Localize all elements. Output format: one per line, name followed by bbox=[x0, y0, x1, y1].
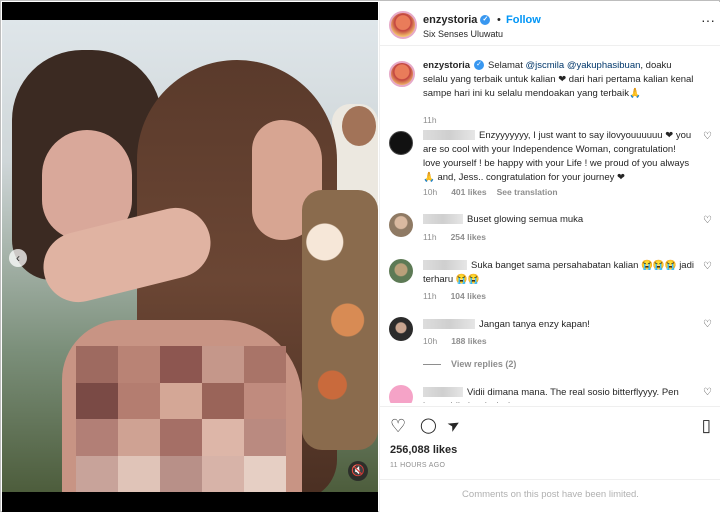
comment-time[interactable]: 11h bbox=[423, 232, 437, 242]
post-location[interactable]: Six Senses Uluwatu bbox=[423, 29, 503, 39]
comment-meta: 10h 188 likes bbox=[423, 336, 487, 346]
commenter-avatar[interactable] bbox=[389, 213, 413, 237]
post-side-panel: enzystoria ✓ • Follow Six Senses Uluwatu … bbox=[379, 2, 720, 512]
like-icon[interactable]: ♡ bbox=[390, 417, 406, 435]
post-media[interactable]: ‹ 🔇 bbox=[2, 2, 378, 512]
redacted-username[interactable] bbox=[423, 214, 463, 225]
comment-icon[interactable]: ◯ bbox=[420, 417, 437, 435]
comment-text: Jangan tanya enzy kapan! bbox=[423, 318, 695, 332]
comment-meta: 11h 254 likes bbox=[423, 232, 486, 242]
comment-body: Jangan tanya enzy kapan! bbox=[479, 319, 590, 330]
post-image bbox=[2, 20, 378, 492]
comment-text: Vidii dimana mana. The real sosio bitter… bbox=[423, 386, 695, 403]
comment-like-icon[interactable]: ♡ bbox=[703, 387, 712, 398]
comment-text: Enzyyyyyyy, I just want to say ilovyouuu… bbox=[423, 129, 695, 185]
caption-avatar[interactable] bbox=[389, 61, 415, 87]
post-header: enzystoria ✓ • Follow Six Senses Uluwatu … bbox=[380, 2, 720, 46]
commenter-avatar[interactable] bbox=[389, 317, 413, 341]
post-timestamp[interactable]: 11 HOURS AGO bbox=[390, 462, 445, 469]
comment-meta: 10h 401 likes See translation bbox=[423, 187, 558, 197]
comment-like-icon[interactable]: ♡ bbox=[703, 261, 712, 272]
header-separator: • bbox=[497, 14, 501, 26]
commenter-avatar[interactable] bbox=[389, 385, 413, 403]
save-icon[interactable]: ▯ bbox=[702, 417, 711, 435]
background-person-head bbox=[342, 106, 376, 146]
redacted-username[interactable] bbox=[423, 319, 475, 330]
see-translation-link[interactable]: See translation bbox=[497, 187, 558, 197]
redacted-username[interactable] bbox=[423, 260, 467, 271]
verified-icon: ✓ bbox=[480, 15, 491, 26]
caption-time[interactable]: 11h bbox=[423, 115, 437, 125]
replies-line bbox=[423, 364, 441, 366]
caption-verified-icon: ✓ bbox=[474, 60, 484, 71]
caption-username[interactable]: enzystoria bbox=[423, 60, 470, 71]
comment-like-icon[interactable]: ♡ bbox=[703, 319, 712, 330]
comment-text: Suka banget sama persahabatan kalian 😭😭😭… bbox=[423, 259, 695, 287]
likes-count[interactable]: 256,088 likes bbox=[390, 444, 457, 456]
comment-text: Buset glowing semua muka bbox=[423, 213, 695, 227]
comment-like-icon[interactable]: ♡ bbox=[703, 131, 712, 142]
author-avatar[interactable] bbox=[389, 11, 417, 39]
flower-bouquet bbox=[302, 190, 378, 450]
comment-likes[interactable]: 104 likes bbox=[451, 291, 486, 301]
view-replies-label[interactable]: View replies (2) bbox=[451, 359, 516, 369]
mention-link[interactable]: @jscmila bbox=[526, 60, 565, 71]
caption-text-before: Selamat bbox=[488, 60, 526, 71]
comment-time[interactable]: 10h bbox=[423, 187, 437, 197]
comment-likes[interactable]: 188 likes bbox=[451, 336, 486, 346]
instagram-post-window: ‹ 🔇 enzystoria ✓ • Follow Six Senses Uluw… bbox=[0, 0, 720, 512]
share-icon[interactable]: ➤ bbox=[444, 415, 464, 437]
more-options-icon[interactable]: ··· bbox=[701, 12, 715, 28]
pixelated-censor-area bbox=[76, 346, 286, 492]
previous-arrow-icon[interactable]: ‹ bbox=[9, 249, 27, 267]
comments-limited-notice: Comments on this post have been limited. bbox=[380, 479, 720, 512]
redacted-username[interactable] bbox=[423, 130, 475, 141]
view-replies-button[interactable]: View replies (2) bbox=[423, 359, 516, 369]
author-username[interactable]: enzystoria ✓ bbox=[423, 14, 491, 26]
comment-likes[interactable]: 401 likes bbox=[451, 187, 486, 197]
comment-time[interactable]: 11h bbox=[423, 291, 437, 301]
commenter-avatar[interactable] bbox=[389, 131, 413, 155]
commenter-avatar[interactable] bbox=[389, 259, 413, 283]
comment-time[interactable]: 10h bbox=[423, 336, 437, 346]
comments-list[interactable]: enzystoria ✓ Selamat @jscmila @yakuphasibu… bbox=[380, 47, 720, 403]
author-username-text[interactable]: enzystoria bbox=[423, 14, 477, 26]
follow-button[interactable]: Follow bbox=[506, 14, 541, 26]
comment-like-icon[interactable]: ♡ bbox=[703, 215, 712, 226]
comment-body: Buset glowing semua muka bbox=[467, 214, 584, 225]
mute-icon[interactable]: 🔇 bbox=[348, 461, 368, 481]
mention-link[interactable]: @yakuphasibuan bbox=[567, 60, 641, 71]
redacted-username[interactable] bbox=[423, 387, 463, 398]
action-bar: ♡ ◯ ➤ ▯ bbox=[380, 406, 720, 446]
caption-text: enzystoria ✓ Selamat @jscmila @yakuphasibu… bbox=[423, 59, 695, 101]
comment-likes[interactable]: 254 likes bbox=[451, 232, 486, 242]
comment-meta: 11h 104 likes bbox=[423, 291, 486, 301]
